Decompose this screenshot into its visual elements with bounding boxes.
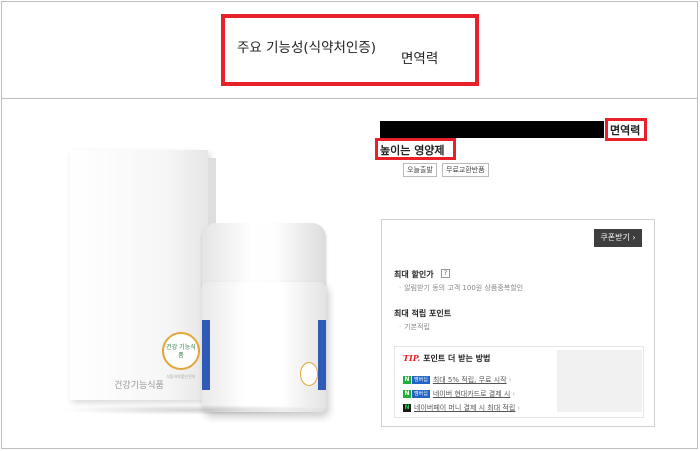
chevron-right-icon: › — [517, 404, 521, 412]
tip-row-card[interactable]: N 멤버십 네이버 현대카드로 결제 시 › — [403, 389, 515, 399]
max-discount-title: 최대 할인가 — [394, 270, 434, 279]
tip-title: TIP. 포인트 더 받는 방법 — [403, 353, 490, 364]
tip-label: TIP. — [403, 353, 421, 363]
tip-link[interactable]: 최대 5% 적립, 무료 시작 — [433, 376, 507, 384]
tip-row-membership[interactable]: N 멤버십 최대 5% 적립, 무료 시작 › — [403, 375, 511, 385]
coupon-button[interactable]: 쿠폰받기 › — [594, 229, 642, 247]
bottle-logo-icon — [300, 362, 318, 386]
max-discount-sub: 알림받기 동의 고객 100원 상품중복할인 — [399, 283, 523, 293]
health-food-logo-icon: 건강 기능식품 — [162, 332, 200, 370]
naver-n-icon: N — [403, 390, 411, 398]
tip-row-pay[interactable]: N 네이버페이 머니 결제 시 최대 적립 › — [403, 403, 520, 413]
max-points-sub: 기본적립 — [399, 322, 430, 332]
tip-title-text: 포인트 더 받는 방법 — [423, 354, 491, 363]
coupon-button-label: 쿠폰받기 — [600, 233, 630, 242]
tip-link[interactable]: 네이버페이 머니 결제 시 최대 적립 — [414, 404, 515, 412]
chevron-right-icon: › — [508, 376, 512, 384]
tip-link[interactable]: 네이버 현대카드로 결제 시 — [433, 390, 511, 398]
bottle-label-stripe — [318, 320, 326, 390]
tag-free-return[interactable]: 무료교환반품 — [442, 163, 489, 177]
tip-image-placeholder — [557, 350, 642, 412]
tag-today-ship[interactable]: 오늘출발 — [403, 163, 437, 177]
product-bottle-image — [202, 282, 326, 412]
membership-badge: 멤버십 — [412, 390, 430, 398]
membership-badge: 멤버십 — [412, 376, 430, 384]
redacted-product-name — [380, 121, 604, 138]
naver-n-icon: N — [403, 376, 411, 384]
function-label: 주요 기능성(식약처인증) — [237, 40, 377, 56]
chevron-right-icon: › — [512, 390, 516, 398]
bottle-label-stripe — [202, 320, 210, 390]
product-shadow — [60, 405, 340, 415]
naver-pay-icon: N — [403, 404, 411, 412]
bottle-cap — [202, 223, 326, 289]
product-title-highlight: 면역력 — [610, 124, 641, 137]
function-value: 면역력 — [401, 51, 439, 67]
logo-subtext: 식품의약품안전처 — [166, 374, 196, 379]
product-subtitle-highlight: 높이는 영양제 — [380, 144, 445, 157]
help-icon[interactable]: ? — [441, 269, 450, 278]
max-points-title: 최대 적립 포인트 — [394, 309, 452, 318]
